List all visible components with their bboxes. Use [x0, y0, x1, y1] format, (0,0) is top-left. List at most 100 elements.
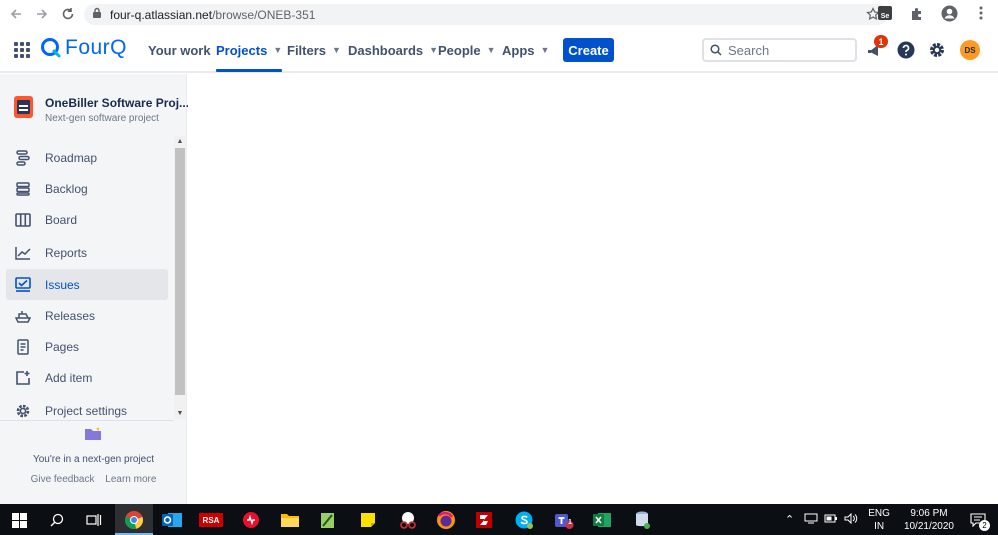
top-navigation: FourQ Your work Projects ▼ Filters ▼ Das… — [0, 29, 998, 73]
puzzle-extensions-icon[interactable] — [908, 4, 926, 22]
firefox-icon[interactable] — [434, 508, 458, 532]
teams-badge: 1 — [568, 519, 572, 526]
issues-icon — [14, 276, 32, 294]
nav-filters[interactable]: Filters ▼ — [287, 29, 341, 71]
reload-icon[interactable] — [58, 4, 78, 24]
sidebar-item-label: Board — [45, 212, 78, 227]
sidebar-item-project-settings[interactable]: Project settings — [6, 395, 168, 426]
sidebar-item-pages[interactable]: Pages — [6, 331, 168, 362]
rsa-label: RSA — [199, 513, 223, 527]
sidebar-item-label: Reports — [45, 245, 88, 260]
url-path: /browse/ONEB-351 — [212, 7, 316, 22]
notifications-button[interactable]: 1 — [864, 35, 888, 61]
sidebar-item-reports[interactable]: Reports — [6, 237, 168, 268]
nav-your-work[interactable]: Your work — [148, 29, 211, 71]
show-hidden-icons-icon[interactable]: ⌃ — [785, 513, 794, 526]
sidebar-item-label: Backlog — [45, 181, 88, 196]
action-center-badge: 2 — [979, 519, 990, 531]
scroll-down-icon[interactable]: ▼ — [176, 410, 184, 417]
sidebar-item-label: Roadmap — [45, 150, 98, 165]
clock-date: 10/21/2020 — [903, 520, 954, 532]
sidebar-item-label: Pages — [45, 339, 80, 354]
action-center-icon[interactable]: 2 — [966, 508, 990, 532]
extension-icon[interactable]: Se — [876, 4, 894, 22]
sidebar-item-backlog[interactable]: Backlog — [6, 173, 168, 204]
fourq-logo[interactable]: FourQ — [40, 36, 127, 60]
project-name: OneBiller Software Proj... — [45, 96, 190, 110]
nav-label: Dashboards — [348, 42, 424, 58]
filezilla-icon[interactable] — [472, 508, 496, 532]
sidebar-item-issues[interactable]: Issues — [6, 269, 168, 300]
database-tool-icon[interactable] — [630, 508, 654, 532]
help-button[interactable] — [895, 39, 917, 61]
teams-icon[interactable]: 1 — [552, 508, 576, 532]
profile-icon[interactable] — [940, 4, 958, 22]
taskbar-search-icon[interactable] — [45, 508, 69, 532]
nav-projects[interactable]: Projects ▼ — [216, 29, 283, 72]
nav-label: Apps — [502, 42, 535, 58]
project-type: Next-gen software project — [45, 113, 159, 124]
forward-arrow-icon[interactable] — [32, 4, 52, 24]
scroll-up-icon[interactable]: ▲ — [176, 138, 184, 145]
scroll-thumb[interactable] — [175, 148, 185, 395]
file-explorer-icon[interactable] — [278, 508, 302, 532]
footer-links: Give feedback Learn more — [0, 474, 187, 485]
sidebar-item-releases[interactable]: Releases — [6, 300, 168, 331]
windows-start-icon[interactable] — [7, 508, 31, 532]
notification-badge: 1 — [874, 35, 888, 48]
create-button[interactable]: Create — [563, 38, 614, 62]
search-icon — [710, 44, 722, 56]
chevron-down-icon: ▼ — [273, 45, 283, 55]
task-view-icon[interactable] — [82, 508, 106, 532]
snipping-tool-icon[interactable] — [396, 508, 420, 532]
battery-icon[interactable] — [824, 514, 838, 526]
volume-icon[interactable] — [844, 512, 858, 527]
project-avatar-icon — [14, 96, 33, 118]
releases-icon — [14, 307, 32, 325]
sidebar-scrollbar[interactable]: ▲ ▼ — [174, 136, 186, 419]
sidebar-item-label: Issues — [45, 277, 80, 292]
skype-icon[interactable] — [512, 508, 536, 532]
nav-label: People — [438, 42, 481, 58]
excel-icon[interactable] — [590, 508, 614, 532]
app-switcher-icon[interactable] — [14, 42, 30, 58]
sidebar-item-add-item[interactable]: Add item — [6, 362, 168, 393]
add-item-icon — [14, 369, 32, 387]
search-input[interactable] — [728, 42, 838, 58]
project-header[interactable]: OneBiller Software Proj... Next-gen soft… — [14, 96, 189, 124]
learn-more-link[interactable]: Learn more — [105, 474, 156, 485]
fourq-logo-mark-icon — [41, 38, 61, 58]
rsa-token-icon[interactable]: RSA — [198, 508, 224, 532]
outlook-icon[interactable] — [160, 508, 184, 532]
sticky-notes-icon[interactable] — [356, 508, 380, 532]
next-gen-message: You're in a next-gen project — [32, 454, 155, 465]
give-feedback-link[interactable]: Give feedback — [31, 474, 95, 485]
back-arrow-icon[interactable] — [6, 4, 26, 24]
pulse-secure-icon[interactable] — [239, 508, 263, 532]
clock[interactable]: 9:06 PM 10/21/2020 — [904, 507, 954, 533]
notepad-plus-icon[interactable] — [316, 508, 340, 532]
kebab-menu-icon[interactable] — [972, 4, 990, 22]
url-host: four-q.atlassian.net — [110, 7, 213, 22]
address-bar[interactable]: four-q.atlassian.net/browse/ONEB-351 — [84, 4, 888, 25]
user-avatar[interactable]: DS — [960, 40, 980, 60]
language-indicator[interactable]: ENG IN — [868, 507, 890, 533]
chrome-icon[interactable] — [122, 508, 146, 532]
sidebar-item-roadmap[interactable]: Roadmap — [6, 142, 168, 173]
settings-button[interactable] — [926, 39, 948, 61]
touch-keyboard-icon[interactable] — [804, 513, 818, 527]
roadmap-icon — [14, 149, 32, 167]
search-field[interactable] — [702, 38, 857, 62]
clock-time: 9:06 PM — [910, 507, 948, 519]
sidebar-item-board[interactable]: Board — [6, 204, 168, 235]
nav-apps[interactable]: Apps ▼ — [502, 29, 549, 71]
windows-taskbar: RSA 1 ⌃ ENG IN 9:06 PM 10/21/2020 2 — [0, 504, 998, 535]
lock-icon — [92, 6, 102, 24]
project-sidebar: OneBiller Software Proj... Next-gen soft… — [0, 74, 189, 504]
nav-label: Filters — [287, 42, 327, 58]
nav-dashboards[interactable]: Dashboards ▼ — [348, 29, 438, 71]
keyboard-region: IN — [874, 520, 885, 532]
gear-icon — [930, 43, 944, 57]
nav-people[interactable]: People ▼ — [438, 29, 496, 71]
chevron-down-icon: ▼ — [332, 45, 341, 55]
